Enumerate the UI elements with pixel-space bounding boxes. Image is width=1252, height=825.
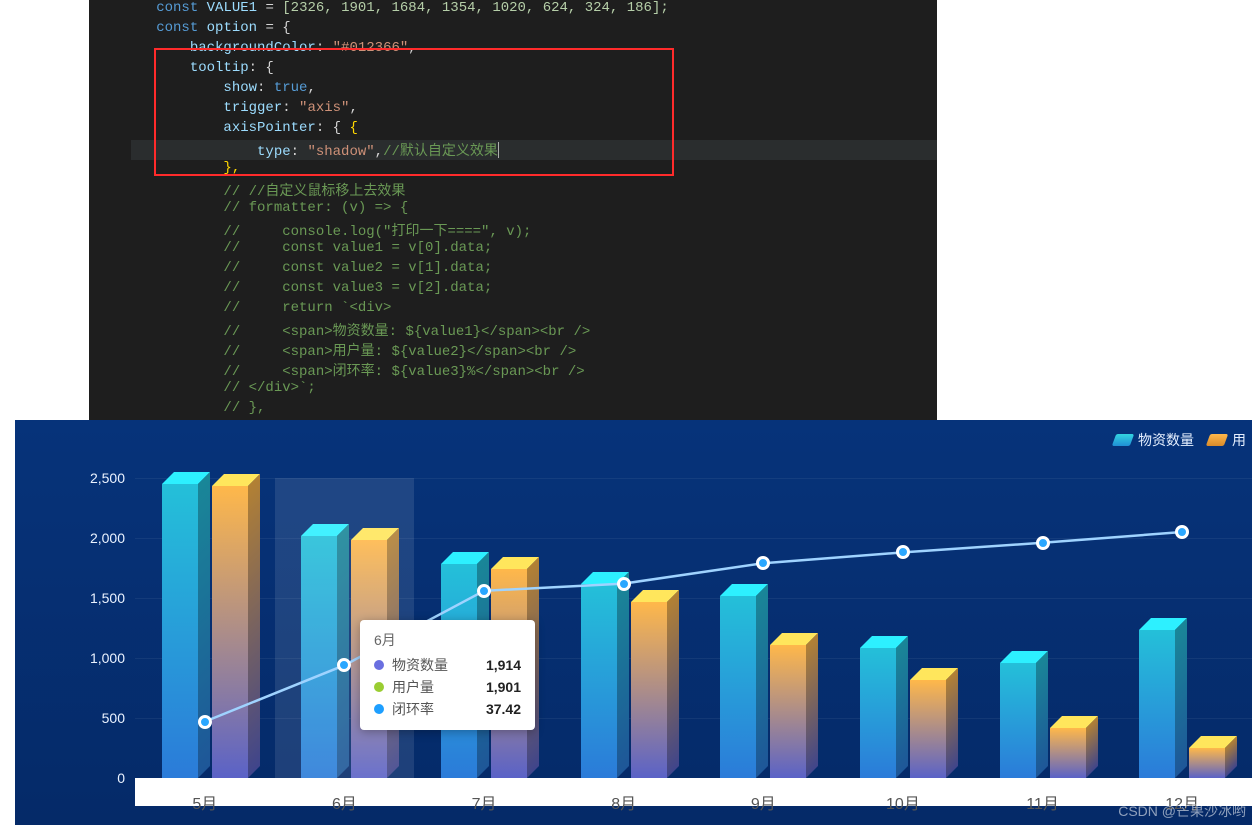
legend-swatch-icon — [1112, 434, 1134, 446]
bar[interactable] — [162, 484, 198, 778]
gutter — [89, 0, 131, 470]
code-line: // const value1 = v[0].data; — [131, 240, 937, 260]
line-point[interactable] — [1036, 536, 1050, 550]
x-tick-label: 5月 — [192, 790, 217, 814]
code-line: // formatter: (v) => { — [131, 200, 937, 220]
code-line: // <span>用户量: ${value2}</span><br /> — [131, 340, 937, 360]
code-editor[interactable]: const VALUE1 = [2326, 1901, 1684, 1354, … — [89, 0, 937, 470]
bar[interactable] — [581, 584, 617, 778]
line-point[interactable] — [198, 715, 212, 729]
x-tick-label: 9月 — [751, 790, 776, 814]
legend-item-s2[interactable]: 用 — [1208, 430, 1246, 450]
code-line: show: true, — [131, 80, 937, 100]
line-point[interactable] — [617, 577, 631, 591]
code-line: const VALUE1 = [2326, 1901, 1684, 1354, … — [131, 0, 937, 20]
code-line: // <span>闭环率: ${value3}%</span><br /> — [131, 360, 937, 380]
tooltip-row: 物资数量 1,914 — [374, 654, 521, 676]
bar[interactable] — [1050, 728, 1086, 778]
bar[interactable] — [212, 486, 248, 778]
code-line: // console.log("打印一下====", v); — [131, 220, 937, 240]
code-line: trigger: "axis", — [131, 100, 937, 120]
y-tick-label: 0 — [117, 770, 125, 786]
line-point[interactable] — [896, 545, 910, 559]
code-line: // </div>`; — [131, 380, 937, 400]
bar[interactable] — [720, 596, 756, 778]
x-tick-label: 8月 — [611, 790, 636, 814]
bar[interactable] — [1139, 630, 1175, 778]
legend-label: 用 — [1232, 430, 1246, 450]
bar[interactable] — [910, 680, 946, 778]
watermark: CSDN @芒果沙冰哟 — [1118, 801, 1246, 821]
x-tick-label: 6月 — [332, 790, 357, 814]
x-tick-label: 11月 — [1026, 790, 1059, 814]
code-line: tooltip: { — [131, 60, 937, 80]
line-point[interactable] — [477, 584, 491, 598]
code-line: // const value3 = v[2].data; — [131, 280, 937, 300]
tooltip-row: 用户量 1,901 — [374, 676, 521, 698]
chart-tooltip: 6月 物资数量 1,914 用户量 1,901 闭环率 37.42 — [360, 620, 535, 730]
x-tick-label: 10月 — [886, 790, 920, 814]
code-line: // }, — [131, 400, 937, 420]
legend-label: 物资数量 — [1138, 430, 1194, 450]
y-tick-label: 1,500 — [90, 590, 125, 606]
chart-legend: 物资数量 用 — [1114, 430, 1246, 450]
y-tick-label: 500 — [102, 710, 125, 726]
code-line-active: type: "shadow",//默认自定义效果 — [131, 140, 937, 160]
code-line: backgroundColor: "#012366", — [131, 40, 937, 60]
code-line: // <span>物资数量: ${value1}</span><br /> — [131, 320, 937, 340]
bar[interactable] — [631, 602, 667, 778]
code-line: // return `<div> — [131, 300, 937, 320]
code-line: // const value2 = v[1].data; — [131, 260, 937, 280]
bar[interactable] — [1000, 663, 1036, 778]
chart-panel[interactable]: 物资数量 用 05001,0001,5002,0002,500 5月6月7月8月… — [15, 420, 1252, 825]
bar[interactable] — [1189, 748, 1225, 778]
chart-plot-area[interactable]: 05001,0001,5002,0002,500 — [135, 478, 1252, 778]
code-line: const option = { — [131, 20, 937, 40]
legend-swatch-icon — [1206, 434, 1228, 446]
line-point[interactable] — [337, 658, 351, 672]
y-tick-label: 1,000 — [90, 650, 125, 666]
code-line: axisPointer: { { — [131, 120, 937, 140]
dot-icon — [374, 660, 384, 670]
line-point[interactable] — [756, 556, 770, 570]
tooltip-row: 闭环率 37.42 — [374, 698, 521, 720]
legend-item-s1[interactable]: 物资数量 — [1114, 430, 1194, 450]
tooltip-title: 6月 — [374, 630, 521, 650]
text-cursor — [498, 142, 499, 158]
code-line: }, — [131, 160, 937, 180]
line-point[interactable] — [1175, 525, 1189, 539]
bar[interactable] — [860, 648, 896, 778]
y-tick-label: 2,000 — [90, 530, 125, 546]
x-tick-label: 7月 — [472, 790, 497, 814]
bar[interactable] — [770, 645, 806, 778]
dot-icon — [374, 704, 384, 714]
code-line: // //自定义鼠标移上去效果 — [131, 180, 937, 200]
y-tick-label: 2,500 — [90, 470, 125, 486]
dot-icon — [374, 682, 384, 692]
x-axis: 5月6月7月8月9月10月11月12月 — [135, 778, 1252, 808]
